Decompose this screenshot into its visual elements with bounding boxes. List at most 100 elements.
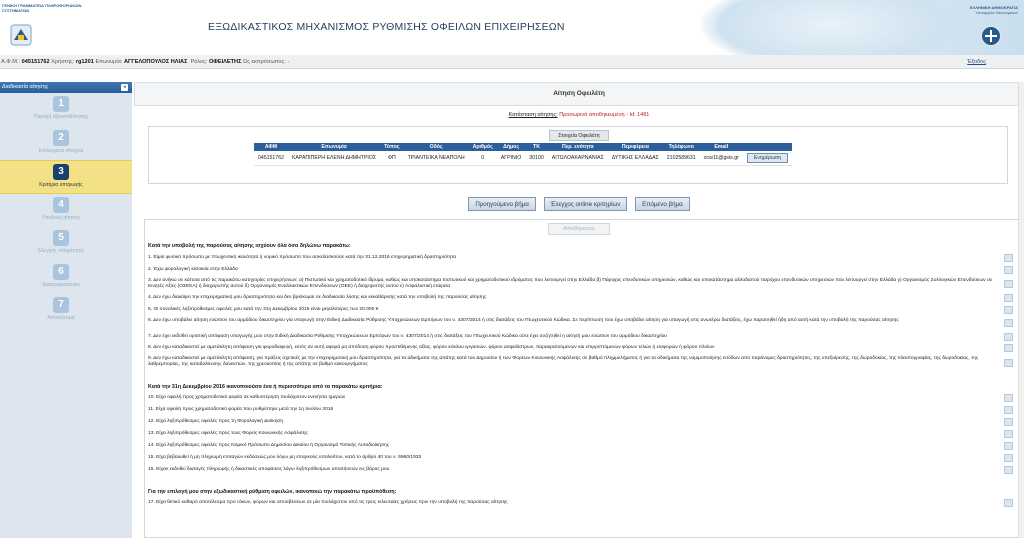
declaration-4: 4. Δεν έχω διακόψει την επιχειρηματική μ… [148,295,487,300]
step-1[interactable]: 1 Παροχή εξουσιοδότησης [0,93,132,127]
afm-label: Α.Φ.Μ.: [1,59,21,65]
checkbox-1[interactable] [1004,254,1013,262]
status-label: Κατάσταση αίτησης: [508,112,558,118]
debtor-table: ΑΦΜ Επωνυμία Τύπος Οδός Αριθμός Δήμος ΤΚ… [254,143,793,166]
exit-link[interactable]: Έξοδος [967,55,986,69]
declaration-13: 13. Είχα ληξιπρόθεσμες οφειλές προς τους… [148,431,308,436]
checkbox-13[interactable] [1004,430,1013,438]
sidebar-title: Διαδικασία αίτησης [2,84,49,90]
checkbox-9[interactable] [1004,359,1013,367]
declaration-8: 8. Δεν έχω καταδικαστεί με αμετάκλητη απ… [148,345,715,350]
gsis-logo-icon [10,24,32,46]
section-heading-current: Κατά την υποβολή της παρούσας αίτησης ισ… [148,243,351,249]
declaration-5: 5. Οι συνολικές ληξιπρόθεσμες οφειλές μο… [148,307,379,312]
step-7[interactable]: 7 Αποτέλεσμα [0,294,132,328]
header: ΓΕΝΙΚΗ ΓΡΑΜΜΑΤΕΙΑ ΠΛΗΡΟΦΟΡΙΑΚΩΝ ΣΥΣΤΗΜΑΤ… [0,0,1024,55]
sidebar: Διαδικασία αίτησης ◂ 1 Παροχή εξουσιοδότη… [0,82,132,538]
declaration-6: 6. Δεν έχω υποβάλει αίτηση ενώπιον του α… [148,318,899,323]
cell-type: ΦΠ [380,151,404,166]
step-6[interactable]: 6 Διαπραγμάτευση [0,261,132,295]
step-5[interactable]: 5 Έλεγχος πληρότητας [0,227,132,261]
checkbox-11[interactable] [1004,406,1013,414]
col-header [742,143,793,151]
step-4[interactable]: 4 Υποβολή αίτησης [0,194,132,228]
step-3[interactable]: 3 Κριτήρια υπαγωγής [0,160,132,194]
step-label: Διαπραγμάτευση [42,281,80,288]
declaration-1: 1. Είμαι φυσικό πρόσωπο με πτωχευτική ικ… [148,255,457,260]
step-number: 2 [53,129,69,146]
declaration-3: 3. Δεν ανήκω σε κάποια από τις παρακάτω … [148,278,993,289]
cell-region: ΔΥΤΙΚΗΣ ΕΛΛΑΔΑΣ [607,151,663,166]
gsis-text: ΓΕΝΙΚΗ ΓΡΑΜΜΑΤΕΙΑ ΠΛΗΡΟΦΟΡΙΑΚΩΝ ΣΥΣΤΗΜΑΤ… [2,3,82,13]
section-heading-2016: Κατά την 31η Δεκεμβρίου 2016 ικανοποιούσ… [148,384,383,390]
col-header: Αριθμός [468,143,497,151]
checkbox-2[interactable] [1004,266,1013,274]
online-check-button[interactable]: Έλεγχος online κριτηρίων [543,197,628,211]
previous-step-button[interactable]: Προηγούμενο βήμα [468,197,536,211]
debtor-tab[interactable]: Στοιχεία Οφειλέτη [549,130,609,141]
step-number: 7 [53,297,69,313]
navigation-buttons: Προηγούμενο βήμα Έλεγχος online κριτηρίω… [134,197,1024,211]
step-2[interactable]: 2 Επιλεγμένα στοιχεία [0,127,132,161]
checkbox-4[interactable] [1004,294,1013,302]
declaration-16: 16. Είχαν εκδοθεί διαταγές πληρωμής ή δι… [148,467,390,472]
table-row: 045151762 ΚΑΡΑΠΙΠΕΡΗ ΕΛΕΝΗ ΔΗΜΗΤΡΙΟΣ ΦΠ … [254,151,793,166]
cell-email: ocw11@gsis.gr [699,151,743,166]
user-value: rg1201 [75,59,94,65]
checkbox-14[interactable] [1004,442,1013,450]
checkbox-15[interactable] [1004,454,1013,462]
name-value: ΑΓΓΕΛΟΠΟΥΛΟΣ ΗΛΙΑΣ [124,59,188,65]
declaration-2: 2. Έχω φορολογική κατοικία στην Ελλάδα [148,267,238,272]
checkbox-3[interactable] [1004,280,1013,288]
next-step-button[interactable]: Επόμενο βήμα [635,197,690,211]
declaration-10: 10. Είχα οφειλή προς χρηματοδοτικό φορέα… [148,395,346,400]
afm-value: 045151762 [21,59,50,65]
cell-postcode: 30100 [525,151,548,166]
col-header: ΤΚ [525,143,548,151]
user-label: Χρήστης: [51,59,75,65]
update-button[interactable]: Ενημέρωση [746,152,789,163]
checkbox-17[interactable] [1004,499,1013,507]
declaration-12: 12. Είχα ληξιπρόθεσμες οφειλές προς τη Φ… [148,419,284,424]
col-header: Περ. ενότητα [547,143,608,151]
save-button[interactable]: Αποθήκευση [548,223,610,235]
cell-regional-unit: ΑΙΤΩΛΟΑΚΑΡΝΑΝΙΑΣ [547,151,608,166]
header-decoration [700,0,960,55]
declaration-15: 15. Είχα βεβαιωθεί ή μη πληρωμή επιταγών… [148,455,422,460]
cell-number: 0 [468,151,497,166]
checkbox-10[interactable] [1004,394,1013,402]
checkbox-16[interactable] [1004,466,1013,474]
table-header-row: ΑΦΜ Επωνυμία Τύπος Οδός Αριθμός Δήμος ΤΚ… [254,143,793,151]
checkbox-7[interactable] [1004,333,1013,341]
section-heading-prerequisite: Για την επιλογή μου στην εξωδικαστική ρύ… [148,489,397,495]
page-scrollbar[interactable] [1018,82,1024,538]
col-header: Επωνυμία [287,143,381,151]
declaration-11: 11. Είχα οφειλή προς χρηματοδοτικό φορέα… [148,407,334,412]
status-value: Προσωρινά αποθηκευμένη - Id: 1481 [559,112,650,118]
gov-text-line2: Υπουργείο Οικονομικών [975,9,1018,15]
col-header: Δήμος [496,143,526,151]
name-label: Επωνυμία: [95,59,123,65]
collapse-icon[interactable]: ◂ [121,84,128,91]
checkbox-8[interactable] [1004,344,1013,352]
col-header: Τηλέφωνο [662,143,700,151]
step-label: Υποβολή αίτησης [41,214,81,221]
step-label: Παροχή εξουσιοδότησης [33,114,89,120]
col-header: ΑΦΜ [254,143,288,151]
checkbox-5[interactable] [1004,306,1013,314]
step-label: Έλεγχος πληρότητας [37,248,85,254]
step-number: 3 [53,164,69,180]
step-label: Αποτέλεσμα [47,315,75,321]
step-label: Κριτήρια υπαγωγής [39,182,83,188]
declaration-7: 7. Δεν έχει εκδοθεί οριστική απόφαση υπα… [148,334,667,339]
cell-afm: 045151762 [254,151,288,166]
col-header: Περιφέρεια [607,143,663,151]
application-status: Κατάσταση αίτησης: Προσωρινά αποθηκευμέν… [134,112,1024,118]
declaration-17: 17. Είχα θετικό καθαρό αποτέλεσμα προ τό… [148,500,508,505]
step-label: Επιλεγμένα στοιχεία [38,147,84,154]
checkbox-12[interactable] [1004,418,1013,426]
cell-phone: 2102589631 [662,151,700,166]
col-header: Τύπος [380,143,404,151]
col-header: Οδός [403,143,469,151]
checkbox-6[interactable] [1004,319,1013,327]
